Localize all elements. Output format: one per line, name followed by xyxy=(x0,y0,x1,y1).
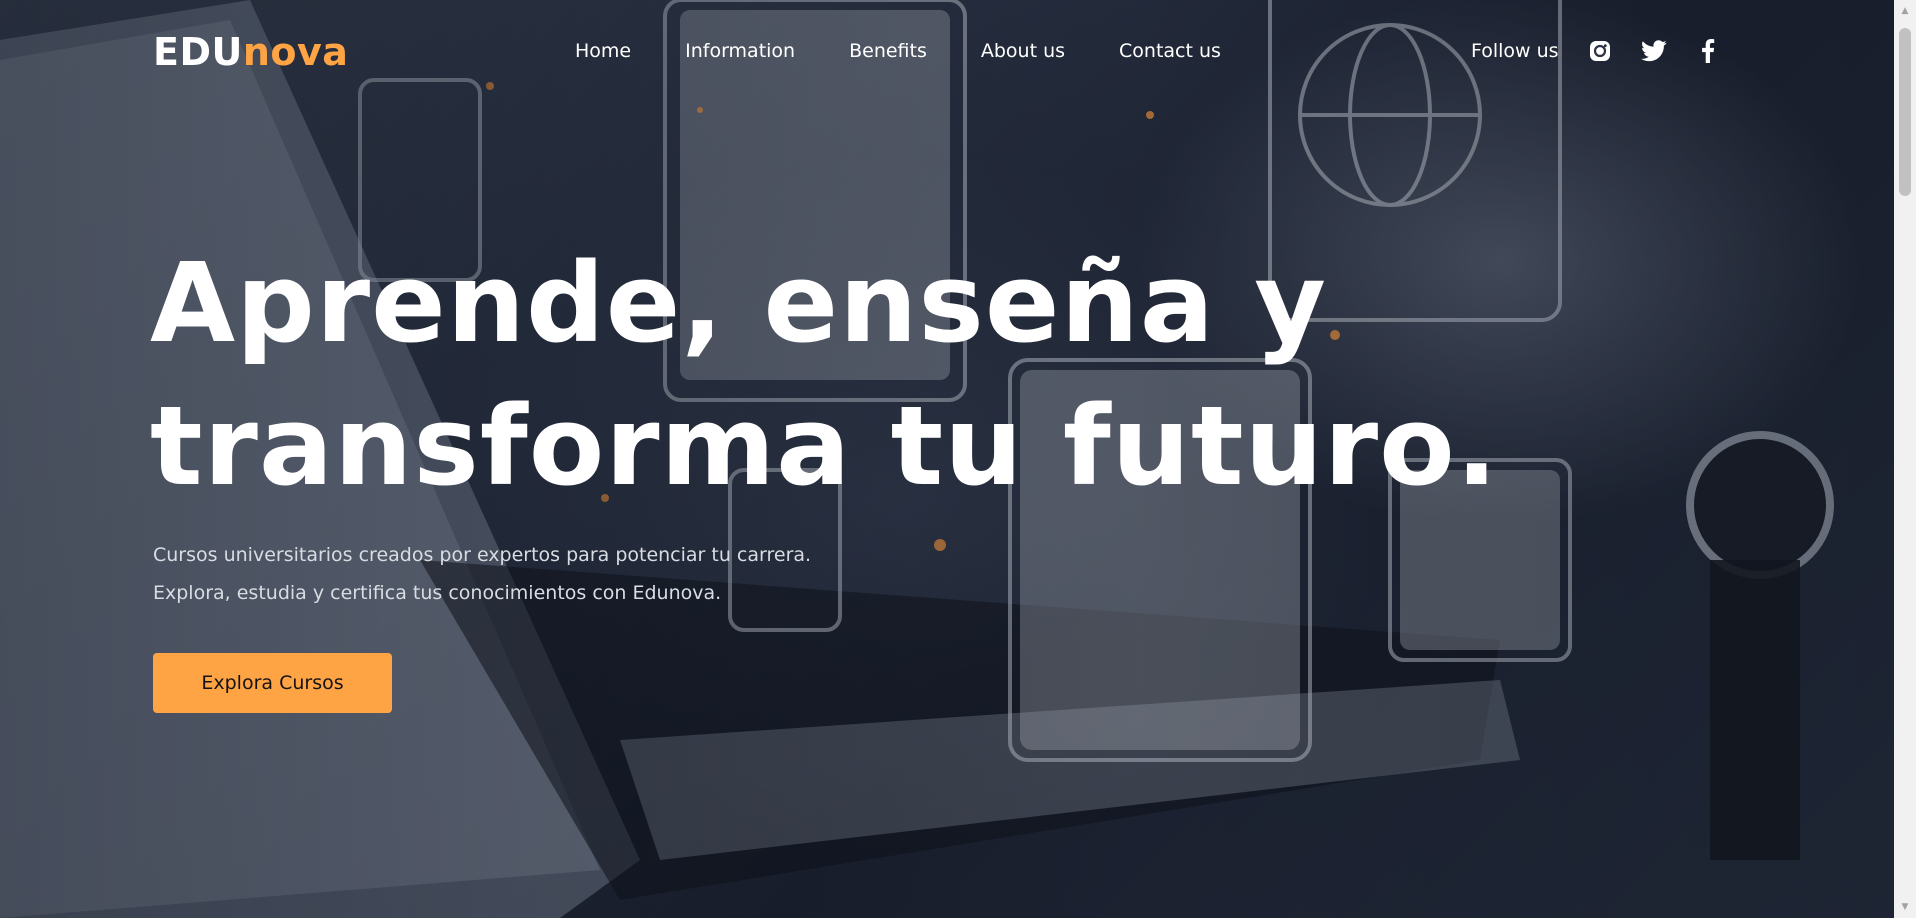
hero-subtext: Cursos universitarios creados por expert… xyxy=(153,536,811,612)
scrollbar-thumb[interactable] xyxy=(1899,28,1911,196)
logo-text-accent: nova xyxy=(242,30,349,74)
hero-headline-line-2: transforma tu futuro. xyxy=(150,382,1499,510)
follow-us-label: Follow us xyxy=(1471,40,1559,62)
nav-link-contact-us[interactable]: Contact us xyxy=(1119,36,1221,66)
nav-link-about-us[interactable]: About us xyxy=(981,36,1065,66)
social-links: Follow us xyxy=(1471,36,1721,66)
scroll-up-arrow-icon[interactable]: ▲ xyxy=(1894,2,1916,20)
nav-link-home[interactable]: Home xyxy=(575,36,631,66)
logo-text-primary: EDU xyxy=(153,30,243,74)
instagram-icon[interactable] xyxy=(1587,38,1613,64)
twitter-icon[interactable] xyxy=(1640,38,1667,64)
hero-headline: Aprende, enseña y transforma tu futuro. xyxy=(150,232,1499,518)
nav-link-benefits[interactable]: Benefits xyxy=(849,36,927,66)
brand-logo[interactable]: EDUnova xyxy=(153,26,348,78)
main-nav: Home Information Benefits About us Conta… xyxy=(575,36,1221,66)
page-scrollbar[interactable]: ▲ ▼ xyxy=(1894,0,1916,918)
nav-link-information[interactable]: Information xyxy=(685,36,795,66)
hero-subtext-line-1: Cursos universitarios creados por expert… xyxy=(153,544,812,566)
scroll-down-arrow-icon[interactable]: ▼ xyxy=(1894,898,1916,916)
hero-headline-line-1: Aprende, enseña y xyxy=(150,239,1327,367)
facebook-icon[interactable] xyxy=(1695,38,1721,64)
explore-courses-button[interactable]: Explora Cursos xyxy=(153,653,392,713)
landing-page: EDUnova Home Information Benefits About … xyxy=(0,0,1916,918)
hero-subtext-line-2: Explora, estudia y certifica tus conocim… xyxy=(153,582,722,604)
